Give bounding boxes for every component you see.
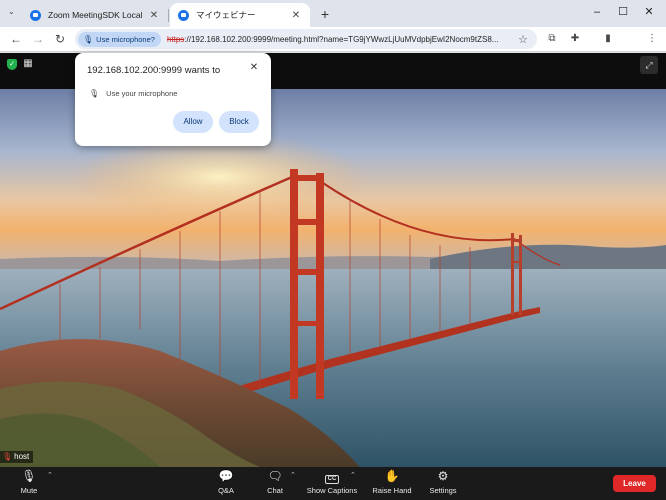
tab-title: マイウェビナー	[196, 10, 256, 20]
qa-label: Q&A	[218, 486, 234, 495]
new-tab-button[interactable]: +	[316, 5, 334, 23]
qa-bubbles-icon: 💬	[218, 469, 234, 483]
permission-text: Use your microphone	[106, 89, 178, 98]
permission-request: 🎙 Use your microphone	[89, 89, 177, 98]
url-rest: ://192.168.102.200:9999/meeting.html?nam…	[184, 34, 499, 44]
audio-options-chevron-icon[interactable]: ⌃	[47, 471, 53, 479]
hand-icon: ✋	[384, 469, 400, 483]
reload-icon[interactable]: ↻	[52, 31, 68, 47]
address-bar[interactable]: 🎙 Use microphone? https://192.168.102.20…	[75, 29, 537, 49]
tab-title: Zoom MeetingSDK Local	[48, 10, 143, 20]
url-text[interactable]: https://192.168.102.200:9999/meeting.htm…	[167, 35, 515, 44]
popup-title: 192.168.102.200:9999 wants to	[87, 65, 221, 76]
more-menu-icon[interactable]: ⋮	[645, 32, 659, 46]
browser-toolbar: ← → ↻ 🎙 Use microphone? https://192.168.…	[0, 27, 666, 52]
maximize-icon[interactable]: ☐	[612, 4, 634, 20]
microphone-permission-popup: 192.168.102.200:9999 wants to ✕ 🎙 Use yo…	[75, 53, 271, 146]
permission-chip-label: Use microphone?	[96, 34, 155, 44]
copy-icon[interactable]: ⧉	[545, 32, 559, 46]
microphone-icon: 🎙	[21, 469, 37, 483]
forward-icon[interactable]: →	[30, 31, 46, 47]
chat-label: Chat	[267, 486, 283, 495]
mute-label: Mute	[20, 486, 38, 495]
meeting-control-bar: 🎙 Mute ⌃ 💬 Q&A 🗨 Chat ⌃ CC Show Captions…	[0, 467, 666, 500]
minimize-icon[interactable]: –	[586, 4, 608, 20]
close-tab-icon[interactable]: ✕	[290, 10, 302, 21]
chat-options-chevron-icon[interactable]: ⌃	[290, 471, 296, 479]
tab-zoom-meetingsdk-local[interactable]: Zoom MeetingSDK Local ✕	[22, 3, 168, 27]
closed-captions-icon: CC	[324, 467, 340, 486]
zoom-favicon-icon	[30, 9, 41, 21]
participant-name: host	[14, 452, 30, 461]
allow-button[interactable]: Allow	[173, 111, 213, 133]
show-captions-label: Show Captions	[306, 486, 358, 495]
captions-options-chevron-icon[interactable]: ⌃	[350, 471, 356, 479]
participant-name-tag: 🎙 host	[0, 451, 34, 463]
leave-button[interactable]: Leave	[613, 475, 656, 492]
gallery-view-icon[interactable]: ▦	[22, 58, 34, 70]
chat-bubble-icon: 🗨	[267, 469, 283, 483]
qa-button[interactable]: 💬 Q&A	[211, 467, 241, 500]
tab-my-webinar[interactable]: マイウェビナー ✕	[170, 3, 310, 27]
chat-button[interactable]: 🗨 Chat	[261, 467, 289, 500]
tab-separator	[168, 9, 169, 22]
block-button[interactable]: Block	[219, 111, 259, 133]
gear-icon: ⚙	[437, 469, 449, 483]
microphone-icon: 🎙	[89, 89, 100, 98]
raise-hand-button[interactable]: ✋ Raise Hand	[370, 467, 414, 500]
muted-microphone-icon: 🎙	[2, 452, 13, 461]
close-icon[interactable]: ✕	[247, 62, 261, 73]
close-tab-icon[interactable]: ✕	[148, 10, 160, 21]
permission-chip[interactable]: 🎙 Use microphone?	[78, 31, 161, 47]
mute-button[interactable]: 🎙 Mute	[14, 467, 44, 500]
fullscreen-icon[interactable]: ⤢	[640, 56, 658, 74]
url-scheme: https	[166, 34, 185, 44]
tab-search-icon[interactable]: ⌄	[8, 7, 15, 16]
extensions-icon[interactable]: ✚	[568, 32, 582, 46]
security-shield-icon[interactable]: ✓	[7, 59, 17, 70]
settings-label: Settings	[429, 486, 457, 495]
side-panel-icon[interactable]: ▮	[601, 32, 615, 46]
close-window-icon[interactable]: ✕	[638, 4, 660, 20]
back-icon[interactable]: ←	[8, 31, 24, 47]
bookmark-star-icon[interactable]: ☆	[515, 33, 531, 46]
settings-button[interactable]: ⚙ Settings	[427, 467, 459, 500]
zoom-favicon-icon	[178, 9, 189, 21]
raise-hand-label: Raise Hand	[372, 486, 412, 495]
microphone-icon: 🎙	[83, 34, 94, 44]
browser-tab-strip: ⌄ Zoom MeetingSDK Local ✕ マイウェビナー ✕ + – …	[0, 0, 666, 27]
